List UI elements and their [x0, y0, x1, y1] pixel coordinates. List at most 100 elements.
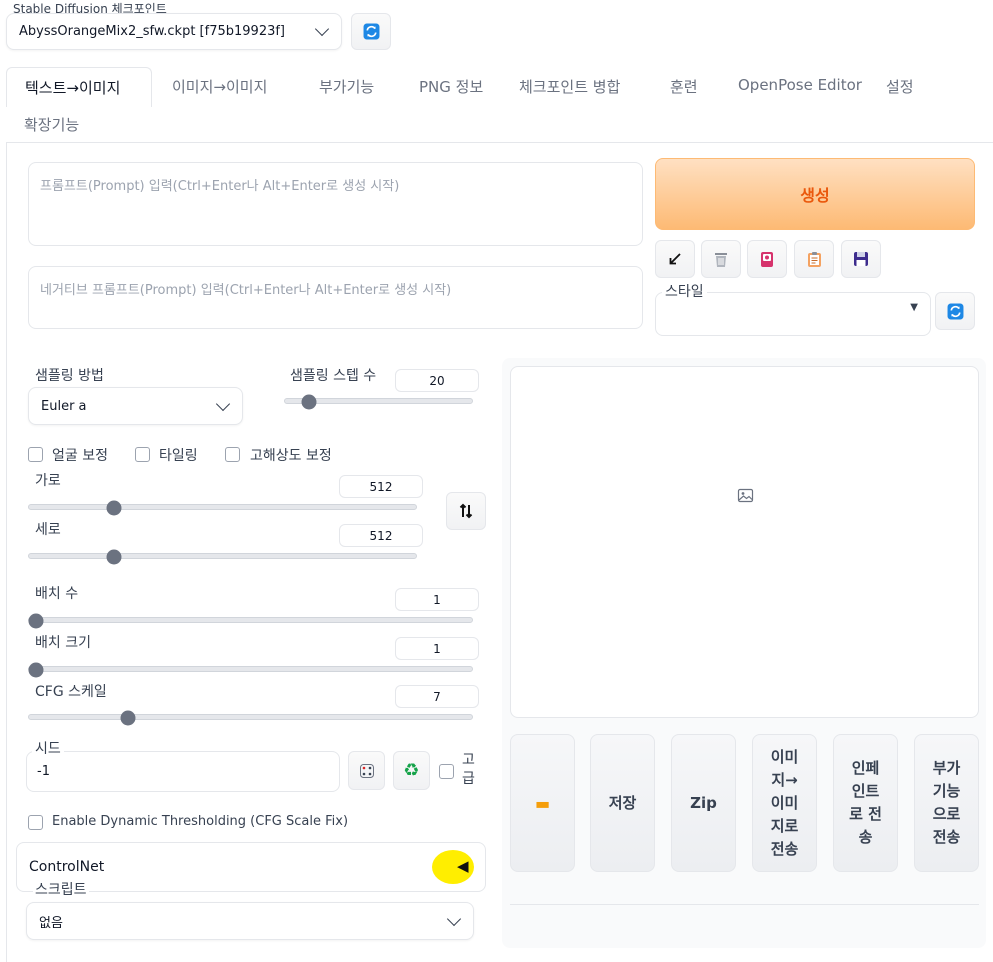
refresh-checkpoint-button[interactable] — [351, 13, 391, 50]
batch-count-thumb[interactable] — [28, 613, 44, 629]
random-seed-button[interactable] — [348, 751, 385, 790]
script-label: 스크립트 — [33, 879, 89, 899]
tab-img2img[interactable]: 이미지→이미지 — [172, 76, 267, 97]
tab-openpose-editor[interactable]: OpenPose Editor — [738, 76, 862, 94]
checkpoint-value: AbyssOrangeMix2_sfw.ckpt [f75b19923f] — [19, 24, 286, 39]
save-label: 저장 — [608, 793, 637, 812]
batch-count-input[interactable]: 1 — [395, 588, 479, 611]
collapse-arrow-icon: ◀ — [457, 857, 469, 875]
sampling-steps-label: 샘플링 스텝 수 — [290, 368, 377, 384]
open-folder-button[interactable]: ▬ — [510, 734, 575, 872]
tab-txt2img-label: 텍스트→이미지 — [25, 79, 121, 97]
tab-settings[interactable]: 설정 — [886, 76, 914, 97]
save-style-button[interactable] — [841, 240, 881, 278]
controlnet-label: ControlNet — [29, 859, 105, 875]
tiling-label: 타일링 — [159, 448, 198, 464]
generate-label: 생성 — [800, 186, 830, 205]
seed-advanced-label: 고급 — [462, 752, 475, 787]
batch-size-thumb[interactable] — [28, 662, 44, 678]
height-thumb[interactable] — [106, 549, 122, 565]
save-button[interactable]: 저장 — [590, 734, 655, 872]
script-value: 없음 — [39, 915, 63, 931]
face-restore-checkbox[interactable] — [28, 447, 43, 462]
send-to-img2img-button[interactable]: 이미지→이미지로 전송 — [752, 734, 817, 872]
cfg-scale-slider[interactable] — [28, 714, 473, 720]
prompt-input[interactable]: 프롬프트(Prompt) 입력(Ctrl+Enter나 Alt+Enter로 생… — [28, 162, 643, 246]
checkpoint-dropdown[interactable]: AbyssOrangeMix2_sfw.ckpt [f75b19923f] — [6, 13, 342, 50]
seed-label: 시드 — [32, 738, 64, 758]
sampling-method-label: 샘플링 방법 — [35, 368, 104, 384]
chevron-down-icon — [215, 396, 231, 411]
width-input[interactable]: 512 — [339, 475, 423, 498]
tab-extensions[interactable]: 확장기능 — [24, 114, 79, 135]
width-thumb[interactable] — [106, 500, 122, 516]
output-divider — [510, 904, 979, 905]
recycle-icon: ♻ — [403, 759, 420, 781]
height-label: 세로 — [35, 522, 61, 538]
hires-fix-label: 고해상도 보정 — [250, 448, 332, 464]
height-input[interactable]: 512 — [339, 524, 423, 547]
caret-down-icon: ▼ — [910, 302, 918, 313]
extra-networks-button[interactable] — [747, 240, 787, 278]
batch-count-label: 배치 수 — [35, 586, 79, 602]
send-to-img2img-label: 이미지→이미지로 전송 — [770, 747, 799, 858]
tab-txt2img[interactable]: 텍스트→이미지 — [6, 67, 152, 107]
width-label: 가로 — [35, 473, 61, 489]
refresh-icon — [947, 303, 963, 319]
batch-size-label: 배치 크기 — [35, 635, 91, 651]
clear-prompt-button[interactable] — [701, 240, 741, 278]
image-placeholder-icon — [737, 488, 754, 503]
seed-value: -1 — [37, 764, 50, 779]
reuse-seed-button[interactable]: ♻ — [393, 751, 430, 790]
face-restore-label: 얼굴 보정 — [52, 448, 108, 464]
arrow-down-left-icon — [669, 253, 681, 265]
floppy-disk-icon — [854, 252, 868, 266]
chevron-down-icon — [314, 21, 330, 37]
negative-prompt-placeholder: 네거티브 프롬프트(Prompt) 입력(Ctrl+Enter나 Alt+Ent… — [40, 283, 452, 298]
style-label: 스타일 — [662, 281, 707, 301]
output-image — [510, 366, 979, 718]
generate-button[interactable]: 생성 — [655, 158, 975, 230]
refresh-styles-button[interactable] — [935, 292, 975, 330]
send-to-extras-label: 부가기능으로 전송 — [932, 759, 961, 846]
tiling-checkbox[interactable] — [135, 447, 150, 462]
batch-size-slider[interactable] — [28, 666, 473, 672]
dynamic-thresholding-checkbox[interactable] — [28, 815, 43, 830]
read-params-button[interactable] — [655, 240, 695, 278]
tab-extras[interactable]: 부가기능 — [319, 76, 374, 97]
sampling-method-dropdown[interactable]: Euler a — [28, 387, 243, 425]
height-slider[interactable] — [28, 553, 417, 559]
cfg-scale-thumb[interactable] — [120, 710, 136, 726]
sampling-steps-input[interactable]: 20 — [395, 369, 479, 392]
chevron-down-icon — [446, 911, 462, 926]
send-to-inpaint-label: 인페인트로 전송 — [849, 759, 882, 846]
tab-checkpoint-merge[interactable]: 체크포인트 병합 — [519, 76, 620, 97]
seed-input[interactable]: 시드 -1 — [26, 738, 340, 792]
negative-prompt-input[interactable]: 네거티브 프롬프트(Prompt) 입력(Ctrl+Enter나 Alt+Ent… — [28, 266, 643, 329]
zip-button[interactable]: Zip — [671, 734, 736, 872]
dice-icon — [359, 763, 374, 778]
batch-size-input[interactable]: 1 — [395, 637, 479, 660]
tab-train[interactable]: 훈련 — [670, 76, 698, 97]
zip-label: Zip — [690, 793, 717, 812]
swap-dimensions-button[interactable] — [446, 492, 486, 530]
trash-icon — [715, 252, 727, 267]
width-slider[interactable] — [28, 504, 417, 510]
sampling-steps-thumb[interactable] — [301, 394, 317, 410]
cfg-scale-input[interactable]: 7 — [395, 685, 479, 708]
refresh-icon — [363, 23, 379, 40]
folder-icon: ▬ — [534, 793, 551, 813]
seed-advanced-checkbox[interactable] — [439, 764, 454, 779]
script-dropdown[interactable]: 없음 — [26, 902, 474, 940]
send-to-extras-button[interactable]: 부가기능으로 전송 — [914, 734, 979, 872]
style-dropdown[interactable]: 스타일 ▼ — [655, 281, 931, 336]
card-icon — [761, 251, 773, 267]
dynamic-thresholding-label: Enable Dynamic Thresholding (CFG Scale F… — [52, 814, 349, 829]
apply-style-button[interactable] — [794, 240, 834, 278]
hires-fix-checkbox[interactable] — [225, 447, 240, 462]
batch-count-slider[interactable] — [28, 617, 473, 623]
tab-png-info[interactable]: PNG 정보 — [419, 76, 483, 97]
swap-arrows-icon — [459, 503, 473, 519]
send-to-inpaint-button[interactable]: 인페인트로 전송 — [833, 734, 898, 872]
clipboard-icon — [807, 251, 821, 267]
